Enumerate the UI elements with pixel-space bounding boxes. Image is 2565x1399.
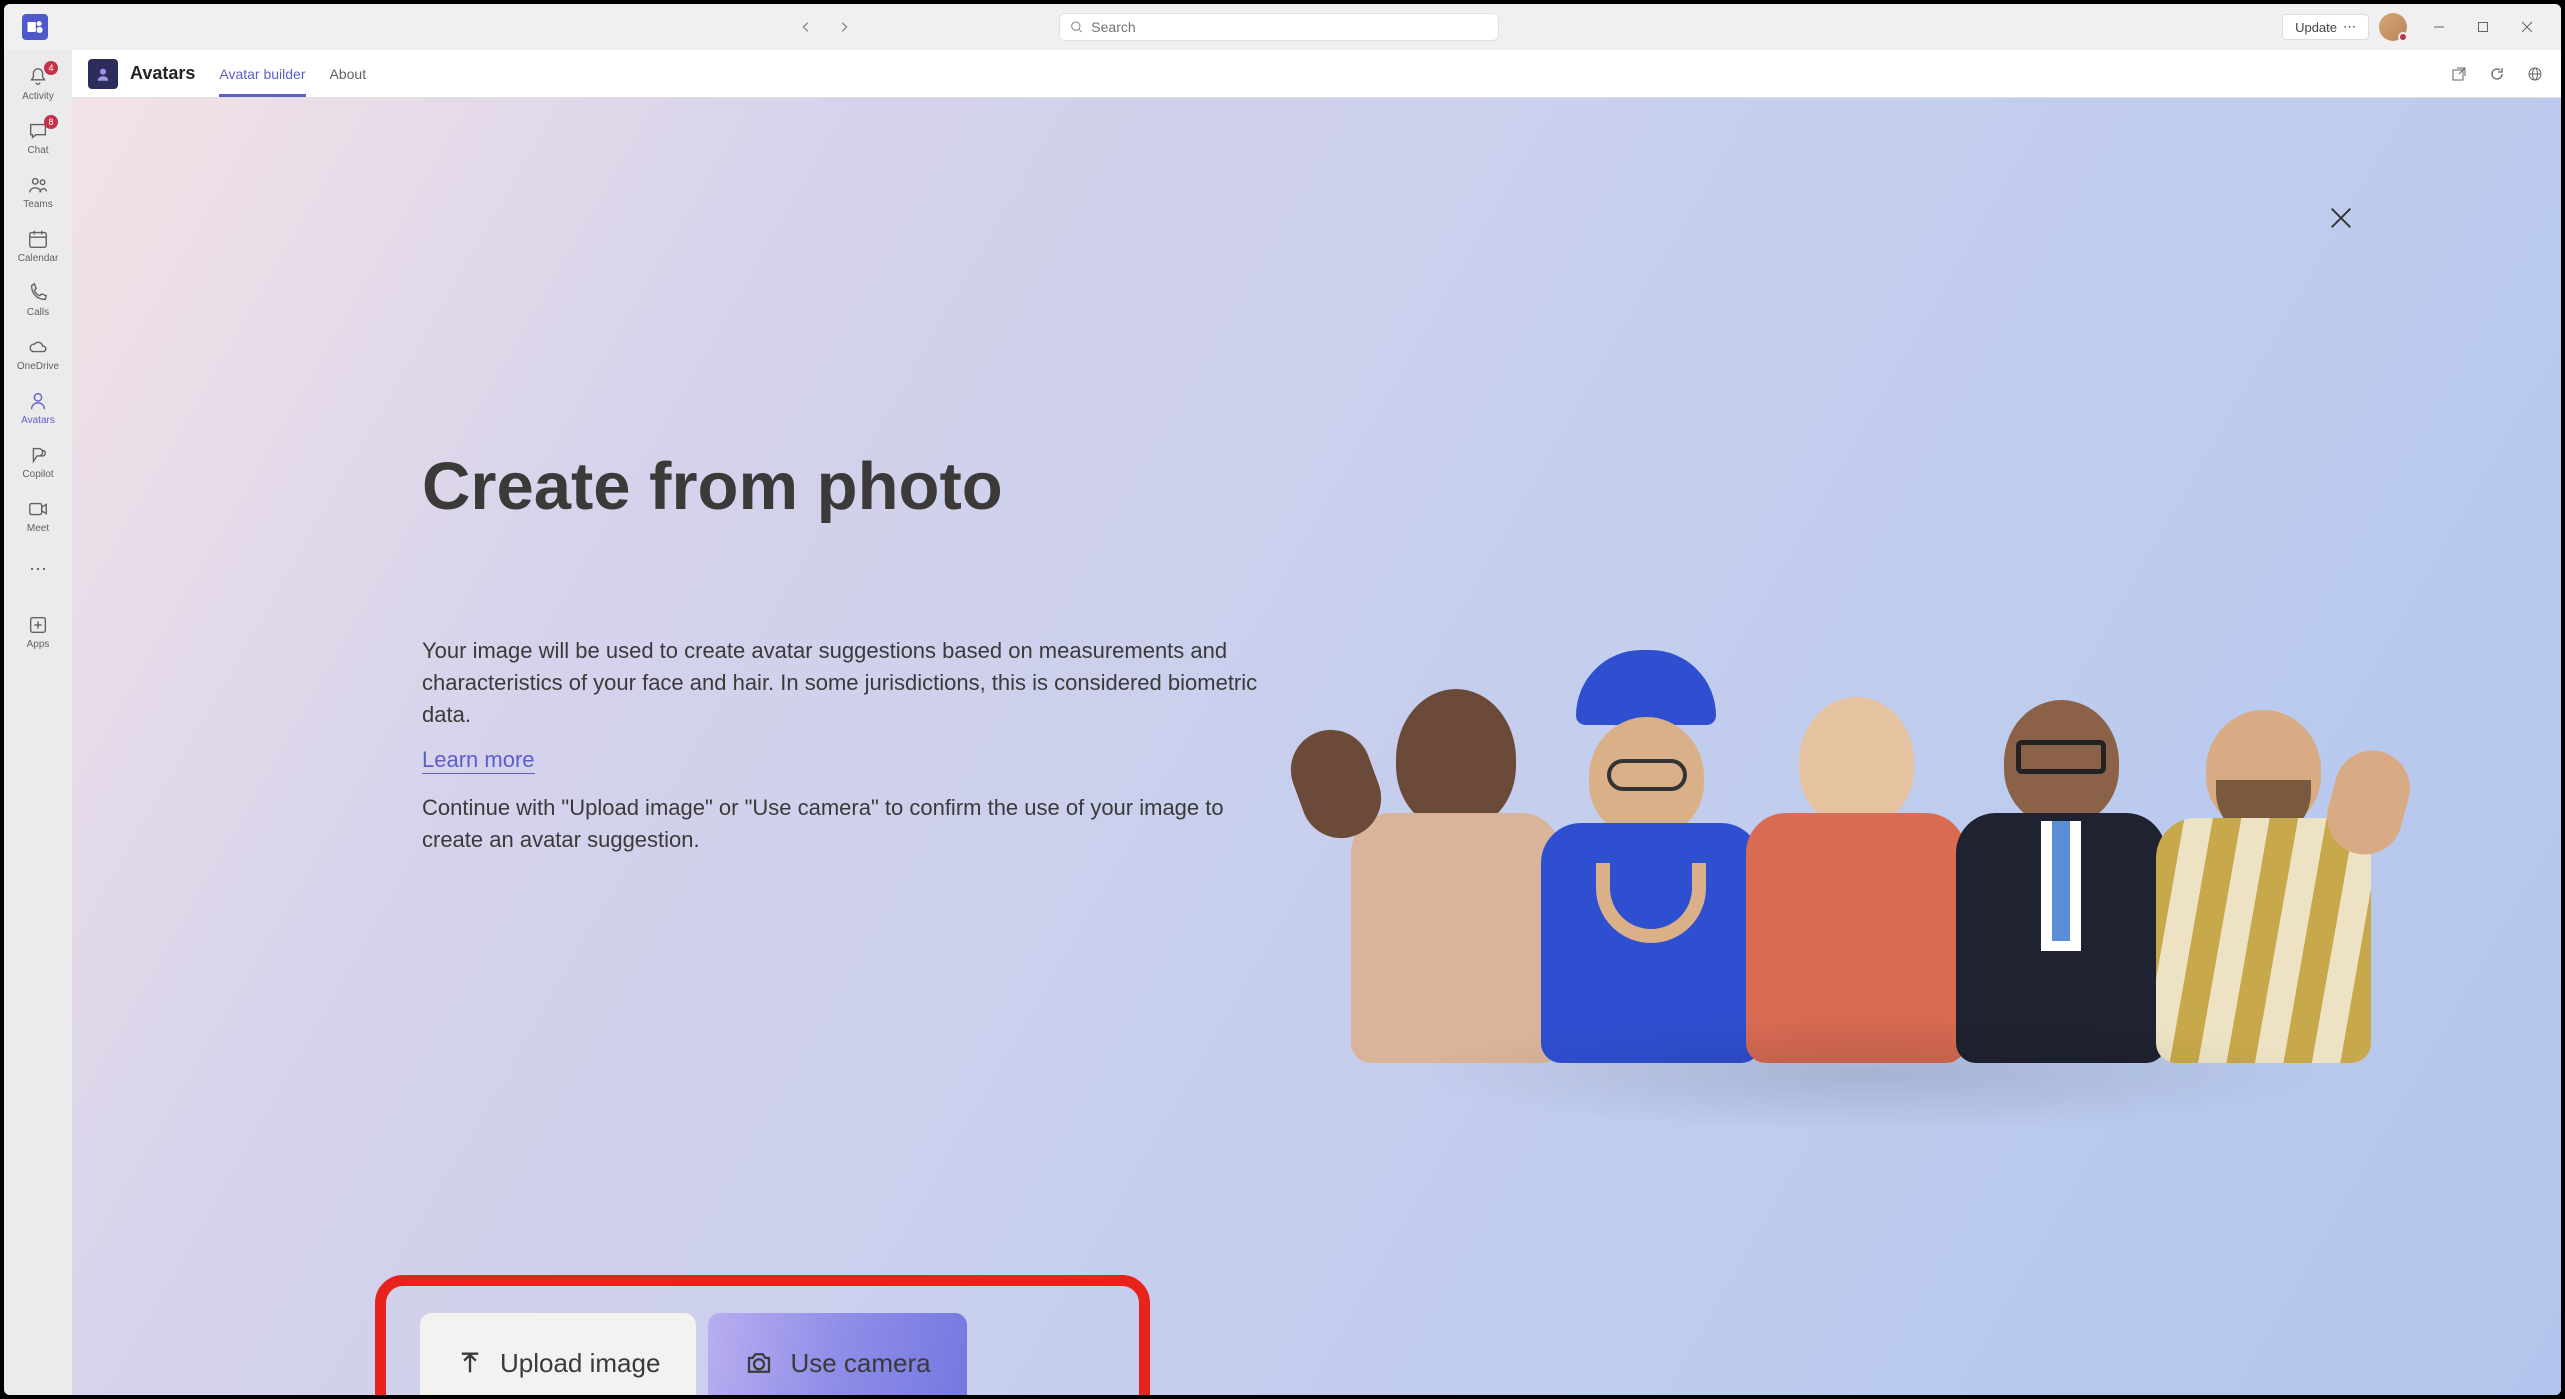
maximize-button[interactable] <box>2461 12 2505 42</box>
rail-avatars[interactable]: Avatars <box>4 380 72 434</box>
sub-header-title: Avatars <box>130 63 195 84</box>
more-icon: ⋯ <box>2343 19 2356 35</box>
chat-badge: 8 <box>44 115 58 129</box>
video-icon <box>27 498 49 520</box>
rail-label: Meet <box>27 523 49 534</box>
avatars-app-icon <box>88 59 118 89</box>
update-button[interactable]: Update ⋯ <box>2282 14 2369 40</box>
close-dialog-button[interactable] <box>2321 198 2361 238</box>
title-bar: Update ⋯ <box>4 4 2561 50</box>
rail-label: Calendar <box>18 253 59 264</box>
copilot-icon <box>27 444 49 466</box>
rail-copilot[interactable]: Copilot <box>4 434 72 488</box>
rail-chat[interactable]: 8 Chat <box>4 110 72 164</box>
rail-more[interactable]: ⋯ <box>4 542 72 596</box>
cloud-icon <box>27 336 49 358</box>
user-avatar[interactable] <box>2379 13 2407 41</box>
upload-image-button[interactable]: Upload image <box>420 1313 696 1395</box>
search-icon <box>1070 20 1083 34</box>
minimize-button[interactable] <box>2417 12 2461 42</box>
upload-label: Upload image <box>500 1348 660 1379</box>
nav-forward-button[interactable] <box>832 15 856 39</box>
upload-icon <box>456 1349 484 1377</box>
left-nav-rail: 4 Activity 8 Chat Teams Calendar <box>4 50 72 1395</box>
camera-icon <box>744 1348 774 1378</box>
body-paragraph-1: Your image will be used to create avatar… <box>422 635 1272 731</box>
reload-icon <box>2489 66 2505 82</box>
tab-avatar-builder[interactable]: Avatar builder <box>219 52 305 96</box>
avatar-icon <box>27 390 49 412</box>
rail-label: Copilot <box>22 469 53 480</box>
app-sub-header: Avatars Avatar builder About <box>72 50 2561 98</box>
rail-label: Calls <box>27 307 49 318</box>
rail-calendar[interactable]: Calendar <box>4 218 72 272</box>
rail-label: OneDrive <box>17 361 59 372</box>
apps-icon <box>27 614 49 636</box>
camera-label: Use camera <box>790 1348 930 1379</box>
rail-activity[interactable]: 4 Activity <box>4 56 72 110</box>
phone-icon <box>27 282 49 304</box>
more-icon: ⋯ <box>26 557 50 581</box>
body-paragraph-2: Continue with "Upload image" or "Use cam… <box>422 792 1272 856</box>
calendar-icon <box>27 228 49 250</box>
rail-meet[interactable]: Meet <box>4 488 72 542</box>
page-heading: Create from photo <box>422 448 1272 525</box>
search-box[interactable] <box>1059 13 1499 41</box>
use-camera-button[interactable]: Use camera <box>708 1313 966 1395</box>
main-canvas: Create from photo Your image will be use… <box>72 98 2561 1395</box>
globe-icon <box>2527 66 2543 82</box>
rail-label: Teams <box>23 199 52 210</box>
teams-logo-icon <box>22 14 48 40</box>
learn-more-link[interactable]: Learn more <box>422 747 535 774</box>
rail-label: Apps <box>27 639 50 650</box>
rail-apps[interactable]: Apps <box>4 604 72 658</box>
reload-button[interactable] <box>2487 64 2507 84</box>
avatar-group-illustration <box>1351 503 2371 1063</box>
tab-about[interactable]: About <box>330 52 367 96</box>
activity-badge: 4 <box>44 61 58 75</box>
window-close-button[interactable] <box>2505 12 2549 42</box>
close-icon <box>2327 204 2355 232</box>
rail-label: Avatars <box>21 415 55 426</box>
globe-button[interactable] <box>2525 64 2545 84</box>
search-input[interactable] <box>1091 19 1488 35</box>
nav-back-button[interactable] <box>794 15 818 39</box>
update-label: Update <box>2295 20 2337 35</box>
rail-onedrive[interactable]: OneDrive <box>4 326 72 380</box>
rail-label: Activity <box>22 91 54 102</box>
popout-button[interactable] <box>2449 64 2469 84</box>
popout-icon <box>2451 66 2467 82</box>
people-icon <box>27 174 49 196</box>
presence-indicator <box>2398 32 2408 42</box>
rail-label: Chat <box>27 145 48 156</box>
rail-calls[interactable]: Calls <box>4 272 72 326</box>
rail-teams[interactable]: Teams <box>4 164 72 218</box>
